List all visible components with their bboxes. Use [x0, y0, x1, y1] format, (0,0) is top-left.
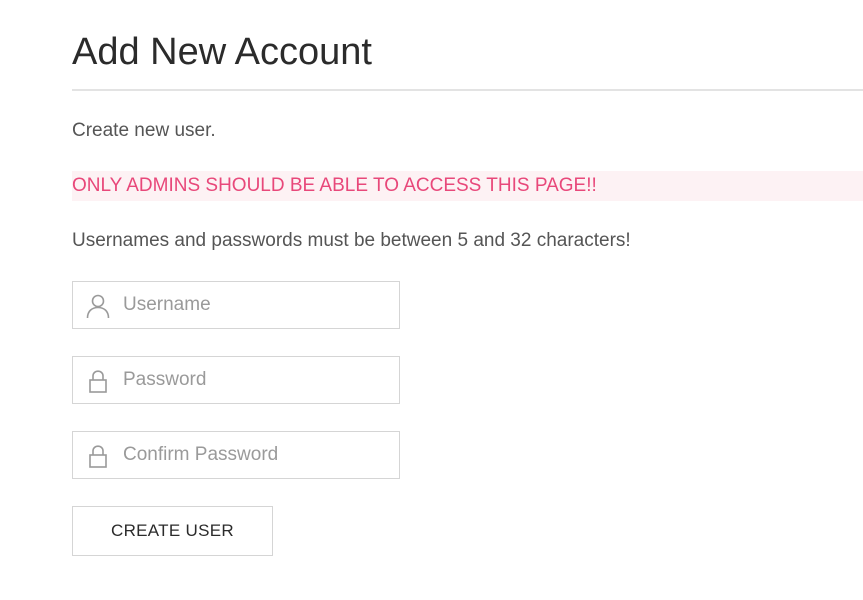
add-account-page: Add New Account Create new user. ONLY AD…: [0, 0, 863, 600]
password-input[interactable]: [123, 357, 393, 403]
confirm-password-input[interactable]: [123, 432, 393, 478]
password-field[interactable]: [72, 356, 400, 404]
create-user-button[interactable]: CREATE USER: [72, 506, 273, 556]
username-input[interactable]: [123, 282, 393, 328]
confirm-password-field[interactable]: [72, 431, 400, 479]
user-icon: [86, 293, 110, 319]
title-divider: [72, 89, 863, 91]
lock-icon: [86, 443, 110, 469]
intro-text: Create new user.: [72, 120, 216, 141]
page-title: Add New Account: [72, 31, 372, 73]
lock-icon: [86, 368, 110, 394]
username-field[interactable]: [72, 281, 400, 329]
credential-rules-text: Usernames and passwords must be between …: [72, 230, 631, 251]
admin-warning-banner: ONLY ADMINS SHOULD BE ABLE TO ACCESS THI…: [72, 171, 863, 201]
